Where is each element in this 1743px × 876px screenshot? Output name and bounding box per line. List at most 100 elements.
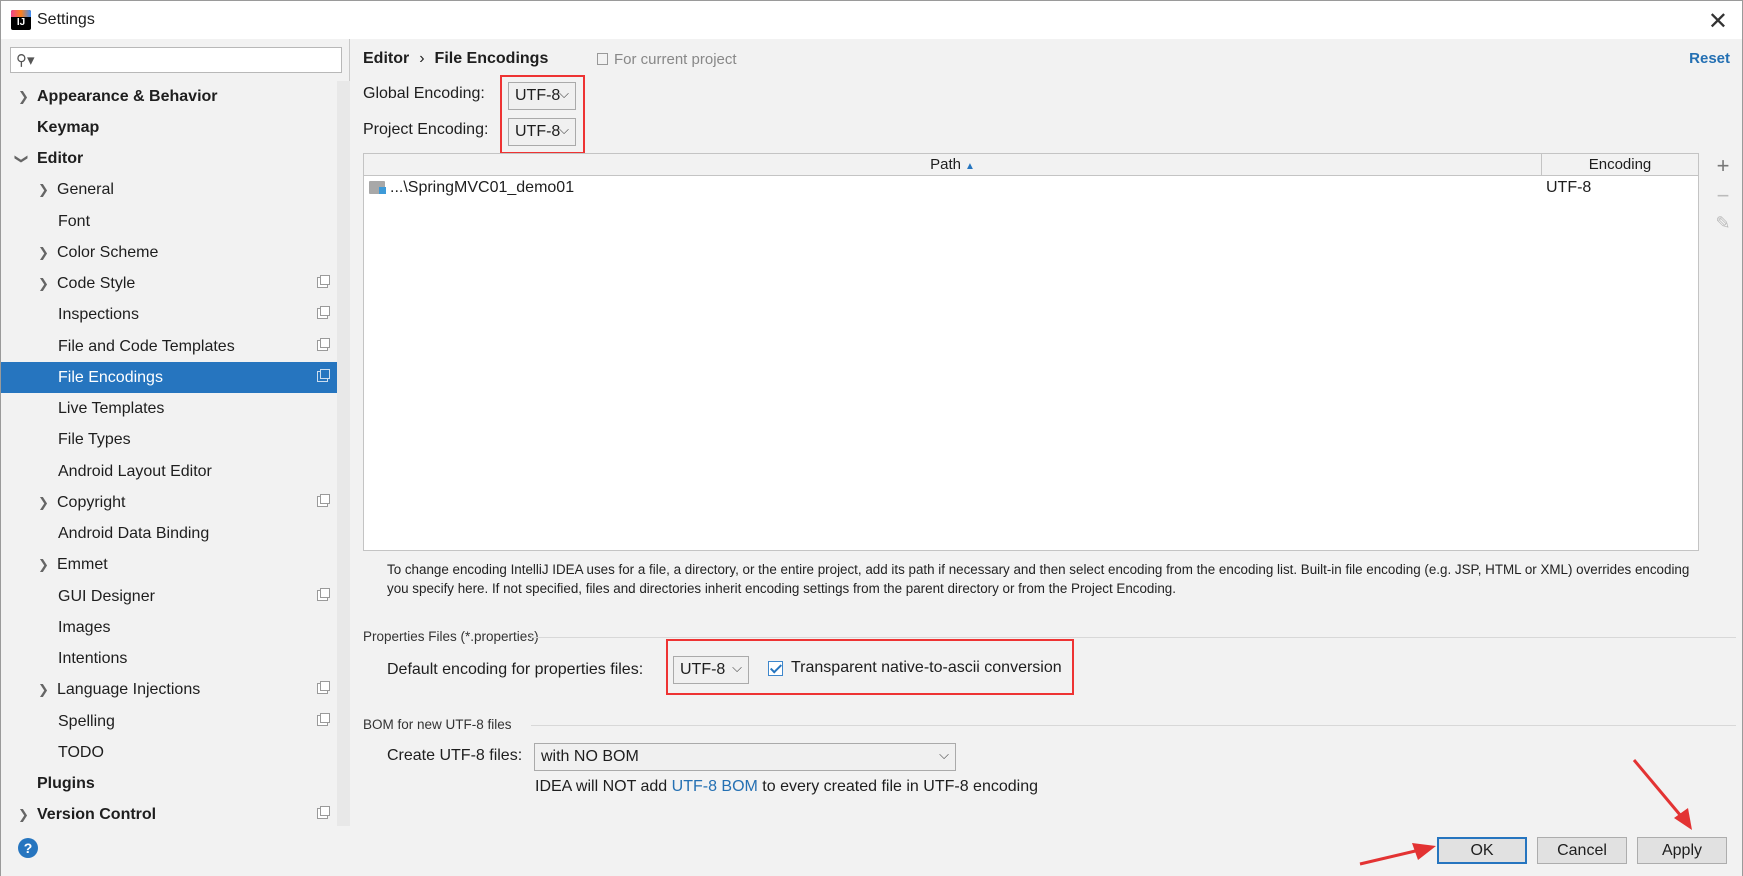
sidebar-item-label: Android Layout Editor — [58, 462, 212, 480]
reset-link[interactable]: Reset — [1689, 50, 1730, 67]
sidebar-item-editor[interactable]: ❯ Editor — [1, 143, 349, 174]
project-encoding-select[interactable]: UTF-8 ⌵ — [508, 118, 576, 146]
window-title: Settings — [37, 11, 95, 28]
sidebar-item-label: Version Control — [37, 805, 157, 823]
sidebar-item-live-templates[interactable]: Live Templates — [1, 393, 349, 424]
sidebar-item-appearance-behavior[interactable]: ❯ Appearance & Behavior — [1, 81, 349, 112]
settings-window: IJ Settings ✕ ⚲▾ ❯ Appearance & Behavior … — [0, 0, 1743, 876]
sidebar-item-intentions[interactable]: Intentions — [1, 643, 349, 674]
close-icon[interactable]: ✕ — [1708, 7, 1728, 36]
sidebar-item-label: Language Injections — [57, 680, 201, 698]
bom-info-text: IDEA will NOT add — [535, 778, 672, 795]
breadcrumb-separator: › — [419, 50, 425, 67]
sidebar-item-label: Copyright — [57, 493, 126, 511]
chevron-right-icon[interactable]: ❯ — [18, 89, 29, 105]
project-scope-icon — [317, 713, 330, 726]
add-icon[interactable]: + — [1706, 153, 1740, 179]
project-scope-icon — [317, 494, 330, 507]
properties-encoding-value: UTF-8 — [680, 661, 726, 678]
sidebar-item-label: Emmet — [57, 555, 108, 573]
project-scope-icon — [317, 306, 330, 319]
sidebar-item-images[interactable]: Images — [1, 612, 349, 643]
sidebar-item-code-style[interactable]: ❯ Code Style — [1, 268, 349, 299]
path-column-header[interactable]: Path ▲ — [364, 154, 1542, 175]
sidebar-item-android-data-binding[interactable]: Android Data Binding — [1, 518, 349, 549]
sidebar-item-label: File and Code Templates — [58, 337, 235, 355]
transparent-conversion-checkbox[interactable] — [768, 661, 783, 676]
ok-button[interactable]: OK — [1437, 837, 1527, 864]
sidebar-item-label: Live Templates — [58, 399, 165, 417]
sidebar-item-label: General — [57, 180, 114, 198]
settings-sidebar: ⚲▾ ❯ Appearance & Behavior Keymap ❯ Editor… — [1, 39, 350, 826]
module-folder-icon — [369, 181, 386, 194]
sidebar-item-todo[interactable]: TODO — [1, 737, 349, 768]
sidebar-item-label: Plugins — [37, 774, 95, 792]
project-scope-icon — [317, 806, 330, 819]
global-encoding-value: UTF-8 — [515, 87, 561, 104]
remove-icon[interactable]: − — [1706, 183, 1740, 209]
sidebar-item-file-code-templates[interactable]: File and Code Templates — [1, 331, 349, 362]
intellij-app-icon: IJ — [11, 10, 31, 30]
row-path: ...\SpringMVC01_demo01 — [390, 179, 575, 196]
sidebar-item-spelling[interactable]: Spelling — [1, 706, 349, 737]
project-scope-icon — [317, 681, 330, 694]
sidebar-item-file-types[interactable]: File Types — [1, 424, 349, 455]
chevron-right-icon[interactable]: ❯ — [38, 557, 49, 573]
sidebar-item-android-layout-editor[interactable]: Android Layout Editor — [1, 456, 349, 487]
sidebar-item-file-encodings[interactable]: File Encodings — [1, 362, 349, 393]
breadcrumb-parent: Editor — [363, 50, 410, 67]
sidebar-item-emmet[interactable]: ❯ Emmet — [1, 549, 349, 580]
section-divider — [531, 725, 1736, 726]
help-icon[interactable]: ? — [18, 838, 38, 858]
create-utf8-label: Create UTF-8 files: — [387, 747, 523, 764]
project-scope-icon — [317, 275, 330, 288]
table-header: Path ▲ Encoding — [364, 154, 1698, 176]
sidebar-item-inspections[interactable]: Inspections — [1, 299, 349, 330]
table-row[interactable]: ...\SpringMVC01_demo01 UTF-8 — [364, 178, 1698, 200]
sidebar-item-gui-designer[interactable]: GUI Designer — [1, 581, 349, 612]
utf8-bom-link[interactable]: UTF-8 BOM — [672, 778, 758, 795]
sidebar-item-font[interactable]: Font — [1, 206, 349, 237]
search-input[interactable]: ⚲▾ — [10, 47, 342, 73]
apply-button[interactable]: Apply — [1637, 837, 1727, 864]
sidebar-item-color-scheme[interactable]: ❯ Color Scheme — [1, 237, 349, 268]
sidebar-item-general[interactable]: ❯ General — [1, 174, 349, 205]
sidebar-item-plugins[interactable]: Plugins — [1, 768, 349, 799]
chevron-right-icon[interactable]: ❯ — [38, 182, 49, 198]
properties-encoding-select[interactable]: UTF-8 ⌵ — [673, 656, 749, 684]
sidebar-item-label: Intentions — [58, 649, 128, 667]
chevron-right-icon[interactable]: ❯ — [18, 807, 29, 823]
project-scope-icon — [317, 369, 330, 382]
search-icon: ⚲▾ — [16, 52, 35, 69]
chevron-right-icon[interactable]: ❯ — [38, 276, 49, 292]
path-encoding-table[interactable]: Path ▲ Encoding ...\SpringMVC01_demo01 UT… — [363, 153, 1699, 551]
bom-info-text-end: to every created file in UTF-8 encoding — [757, 778, 1038, 795]
chevron-down-icon[interactable]: ❯ — [13, 153, 29, 164]
bom-select[interactable]: with NO BOM ⌵ — [534, 743, 956, 771]
chevron-right-icon[interactable]: ❯ — [38, 245, 49, 261]
sidebar-item-language-injections[interactable]: ❯ Language Injections — [1, 674, 349, 705]
breadcrumb: Editor › File Encodings — [363, 50, 548, 68]
chevron-down-icon: ⌵ — [732, 660, 742, 675]
cancel-button[interactable]: Cancel — [1537, 837, 1627, 864]
sidebar-item-label: Android Data Binding — [58, 524, 210, 542]
project-scope-icon — [317, 338, 330, 351]
chevron-down-icon: ⌵ — [559, 86, 569, 101]
chevron-right-icon[interactable]: ❯ — [38, 682, 49, 698]
transparent-conversion-label[interactable]: Transparent native-to-ascii conversion — [791, 659, 1062, 677]
sidebar-item-label: Keymap — [37, 118, 100, 136]
row-encoding[interactable]: UTF-8 — [1546, 179, 1591, 197]
path-column-label: Path — [930, 156, 961, 173]
sidebar-item-keymap[interactable]: Keymap — [1, 112, 349, 143]
sidebar-scrollbar[interactable] — [337, 81, 350, 826]
chevron-right-icon[interactable]: ❯ — [38, 495, 49, 511]
breadcrumb-current: File Encodings — [434, 50, 549, 67]
sidebar-item-copyright[interactable]: ❯ Copyright — [1, 487, 349, 518]
edit-icon[interactable]: ✎ — [1706, 213, 1740, 234]
sidebar-item-label: GUI Designer — [58, 587, 155, 605]
global-encoding-select[interactable]: UTF-8 ⌵ — [508, 82, 576, 110]
table-toolbar: + − ✎ — [1706, 153, 1740, 551]
encoding-column-header[interactable]: Encoding — [1542, 154, 1698, 175]
encoding-description: To change encoding IntelliJ IDEA uses fo… — [387, 562, 1690, 596]
properties-section-title: Properties Files (*.properties) — [363, 629, 539, 644]
